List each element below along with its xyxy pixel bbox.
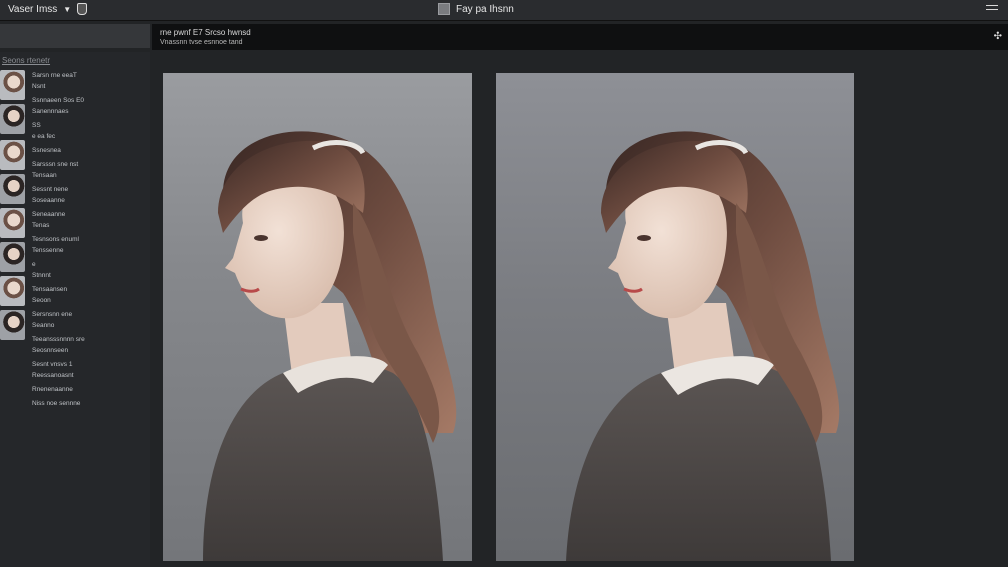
- avatar-thumbnail[interactable]: [0, 310, 25, 340]
- info-bar: rne pwnf E7 Srcso hwnsd Vnassnn tvse esn…: [152, 24, 1008, 50]
- sidebar-item-text: e: [32, 261, 36, 268]
- window-title: Fay pa Ihsnn: [438, 3, 514, 15]
- sidebar-item-text: Sanennnaes: [32, 108, 69, 115]
- sidebar-item-text: Sersnsnn ene: [32, 311, 73, 318]
- sidebar-item-text: SS: [32, 122, 41, 129]
- sidebar-item-text: Rnenenaanne: [32, 386, 73, 393]
- sidebar-item-text: Seosnnseen: [32, 347, 69, 354]
- sidebar-item-text: Nsnt: [32, 83, 46, 90]
- portrait-image-left: [203, 131, 457, 561]
- sidebar-item-text: Sarsssn sne nst: [32, 161, 79, 168]
- caret-down-icon[interactable]: ▼: [63, 5, 71, 14]
- sidebar-item-text: Ssnnaeen Sos E0: [32, 97, 85, 104]
- avatar-thumbnail[interactable]: [0, 140, 25, 170]
- portrait-image-right: [566, 131, 840, 561]
- avatar-thumbnail[interactable]: [0, 208, 25, 238]
- image-panel-left[interactable]: [163, 73, 472, 561]
- menu-icon[interactable]: [986, 5, 998, 13]
- info-line-2: Vnassnn tvse esnnoe tand: [160, 39, 243, 46]
- sidebar-item-text: Tensaan: [32, 172, 57, 179]
- account-label: Vaser Imss: [8, 3, 58, 15]
- info-line-1: rne pwnf E7 Srcso hwnsd: [160, 28, 251, 37]
- sidebar-item-text: Soseaanne: [32, 197, 65, 204]
- shield-icon[interactable]: [77, 3, 88, 15]
- image-panel-right[interactable]: [496, 73, 854, 561]
- sidebar-item-text: Reessanoasnt: [32, 372, 74, 379]
- sidebar-item-text: Sarsn rne eeaT: [32, 72, 77, 79]
- sidebar-item-text: Tesnsons enuml: [32, 236, 79, 243]
- avatar-thumbnail[interactable]: [0, 276, 25, 306]
- avatar-thumbnail[interactable]: [0, 242, 25, 272]
- account-menu[interactable]: Vaser Imss ▼: [8, 3, 88, 15]
- sidebar-item-text: Seneaanne: [32, 211, 66, 218]
- sidebar-item-text: Teeansssnnnn sre: [32, 336, 85, 343]
- avatar-thumbnail[interactable]: [0, 104, 25, 134]
- sidebar-header[interactable]: Seons rtenetr: [2, 56, 50, 65]
- sidebar: Seons rtenetr Sarsn rne eeaT Nsnt Ssnnaeen…: [0, 52, 150, 567]
- sidebar-item-text: Tenas: [32, 222, 50, 229]
- sidebar-item-text: Ssnesnea: [32, 147, 61, 154]
- avatar-thumbnail[interactable]: [0, 70, 25, 100]
- sidebar-item-text: Tensaansen: [32, 286, 68, 293]
- sidebar-item-text: Niss noe sennne: [32, 400, 81, 407]
- sidebar-item-text: Sesnt vnsvs 1: [32, 361, 73, 368]
- search-box[interactable]: [0, 24, 150, 48]
- square-icon: [438, 3, 450, 15]
- sidebar-item-text: e ea fec: [32, 133, 56, 140]
- sidebar-item-text: Stnnnt: [32, 272, 51, 279]
- sidebar-item-text: Seanno: [32, 322, 55, 329]
- avatar-thumbnail[interactable]: [0, 174, 25, 204]
- expand-icon[interactable]: ✣: [994, 31, 1002, 42]
- window-title-text: Fay pa Ihsnn: [456, 3, 514, 15]
- sidebar-item-text: Sessnt nene: [32, 186, 69, 193]
- sidebar-item-text: Seoon: [32, 297, 51, 304]
- title-bar: Vaser Imss ▼ Fay pa Ihsnn: [0, 0, 1008, 21]
- sidebar-item-text: Tenssenne: [32, 247, 64, 254]
